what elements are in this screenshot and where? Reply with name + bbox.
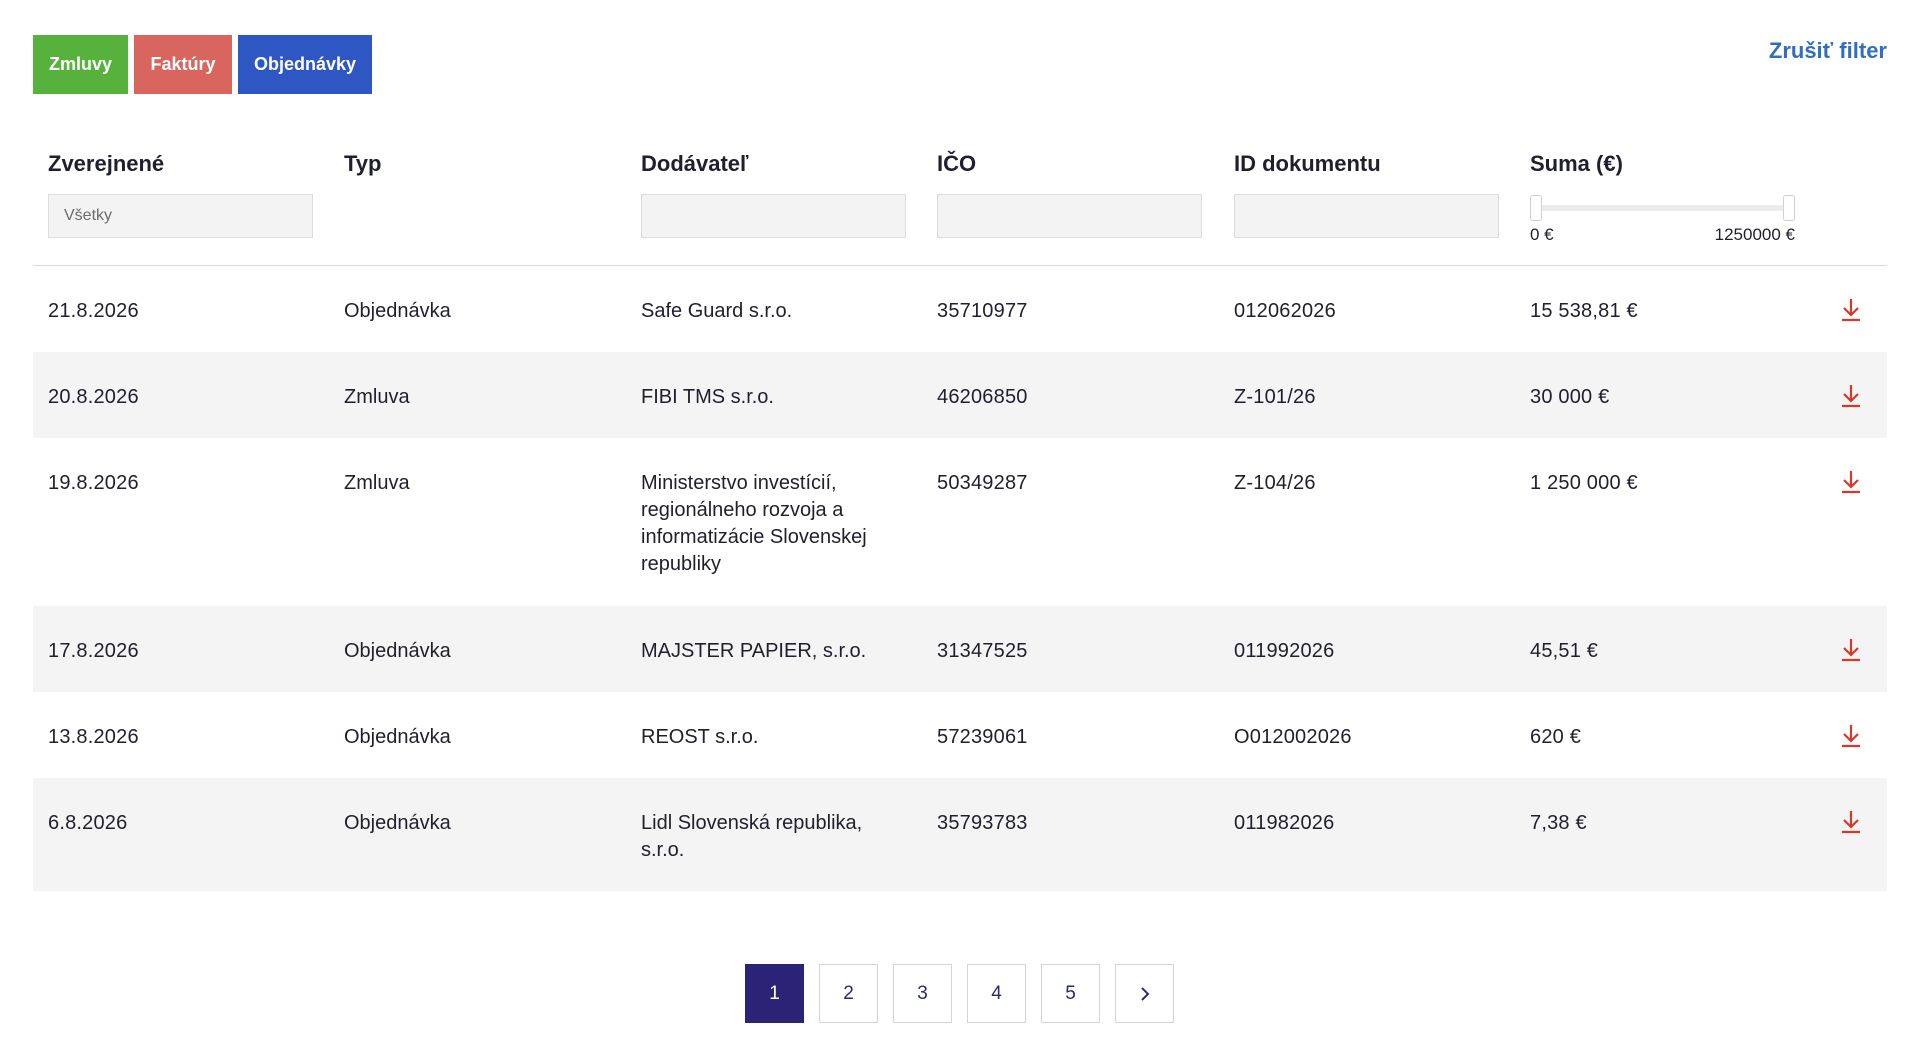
table-row: 13.8.2026 Objednávka REOST s.r.o. 572390…	[33, 692, 1887, 778]
cell-published: 19.8.2026	[48, 472, 139, 494]
header-supplier: Dodávateľ	[641, 151, 749, 176]
ico-filter-input[interactable]	[937, 194, 1202, 238]
cell-ico: 46206850	[937, 386, 1028, 408]
cell-supplier: Lidl Slovenská republika, s.r.o.	[641, 812, 863, 861]
download-icon[interactable]	[1839, 723, 1863, 749]
cell-amount: 30 000 €	[1530, 386, 1610, 408]
cell-ico: 57239061	[937, 726, 1028, 748]
table-row: 19.8.2026 Zmluva Ministerstvo investícií…	[33, 438, 1887, 606]
next-page-button[interactable]	[1115, 964, 1174, 1023]
cell-document-id: 012062026	[1234, 300, 1336, 322]
cell-type: Objednávka	[344, 300, 451, 322]
cell-amount: 1 250 000 €	[1530, 472, 1638, 494]
cell-ico: 35710977	[937, 300, 1028, 322]
cell-document-id: Z-101/26	[1234, 386, 1316, 408]
download-icon[interactable]	[1839, 809, 1863, 835]
cell-type: Objednávka	[344, 640, 451, 662]
cell-supplier: Ministerstvo investícií, regionálneho ro…	[641, 472, 867, 575]
cell-document-id: Z-104/26	[1234, 472, 1316, 494]
download-icon[interactable]	[1839, 637, 1863, 663]
cell-amount: 15 538,81 €	[1530, 300, 1638, 322]
cell-published: 21.8.2026	[48, 300, 139, 322]
cell-amount: 45,51 €	[1530, 640, 1599, 662]
header-type: Typ	[344, 151, 382, 176]
cell-published: 17.8.2026	[48, 640, 139, 662]
cell-ico: 50349287	[937, 472, 1028, 494]
page-1-button[interactable]: 1	[745, 964, 804, 1023]
download-icon[interactable]	[1839, 469, 1863, 495]
page-4-button[interactable]: 4	[967, 964, 1026, 1023]
document-id-filter-input[interactable]	[1234, 194, 1499, 238]
cell-supplier: Safe Guard s.r.o.	[641, 300, 793, 322]
cell-published: 6.8.2026	[48, 812, 128, 834]
table-row: 6.8.2026 Objednávka Lidl Slovenská repub…	[33, 778, 1887, 891]
cell-document-id: 011982026	[1234, 812, 1335, 834]
pagination: 1 2 3 4 5	[745, 964, 1174, 1023]
supplier-filter-input[interactable]	[641, 194, 906, 238]
filter-zmluvy-button[interactable]: Zmluvy	[33, 35, 128, 94]
table-row: 20.8.2026 Zmluva FIBI TMS s.r.o. 4620685…	[33, 352, 1887, 438]
table-row: 21.8.2026 Objednávka Safe Guard s.r.o. 3…	[33, 266, 1887, 352]
document-type-filter: Zmluvy Faktúry Objednávky	[33, 35, 372, 94]
table-header: Zverejnené Typ Dodávateľ IČO ID dokument…	[33, 145, 1887, 266]
cell-ico: 31347525	[937, 640, 1028, 662]
cell-type: Objednávka	[344, 812, 451, 834]
download-icon[interactable]	[1839, 383, 1863, 409]
cell-supplier: REOST s.r.o.	[641, 726, 759, 748]
cell-amount: 7,38 €	[1530, 812, 1587, 834]
amount-range-min-label: 0 €	[1530, 225, 1554, 244]
header-amount: Suma (€)	[1530, 151, 1623, 176]
page-2-button[interactable]: 2	[819, 964, 878, 1023]
cell-amount: 620 €	[1530, 726, 1582, 748]
cell-type: Objednávka	[344, 726, 451, 748]
filter-objednavky-button[interactable]: Objednávky	[238, 35, 372, 94]
header-published: Zverejnené	[48, 151, 165, 176]
amount-range-track[interactable]	[1536, 205, 1789, 211]
clear-filter-link[interactable]: Zrušiť filter	[1769, 38, 1887, 64]
documents-table: Zverejnené Typ Dodávateľ IČO ID dokument…	[33, 145, 1887, 891]
cell-document-id: O012002026	[1234, 726, 1352, 748]
chevron-right-icon	[1140, 986, 1149, 1001]
download-icon[interactable]	[1839, 297, 1863, 323]
header-document-id: ID dokumentu	[1234, 151, 1381, 176]
filter-faktury-button[interactable]: Faktúry	[134, 35, 232, 94]
cell-document-id: 011992026	[1234, 640, 1335, 662]
cell-published: 13.8.2026	[48, 726, 139, 748]
cell-supplier: FIBI TMS s.r.o.	[641, 386, 774, 408]
cell-ico: 35793783	[937, 812, 1028, 834]
header-ico: IČO	[937, 151, 977, 176]
cell-published: 20.8.2026	[48, 386, 139, 408]
table-body: 21.8.2026 Objednávka Safe Guard s.r.o. 3…	[33, 266, 1887, 891]
table-row: 17.8.2026 Objednávka MAJSTER PAPIER, s.r…	[33, 606, 1887, 692]
published-filter-input[interactable]	[48, 194, 313, 238]
page: Zmluvy Faktúry Objednávky Zrušiť filter …	[0, 0, 1920, 1039]
page-3-button[interactable]: 3	[893, 964, 952, 1023]
amount-range-max-label: 1250000 €	[1714, 225, 1795, 244]
cell-type: Zmluva	[344, 386, 410, 408]
amount-range-min-handle[interactable]	[1530, 195, 1542, 221]
page-5-button[interactable]: 5	[1041, 964, 1100, 1023]
cell-supplier: MAJSTER PAPIER, s.r.o.	[641, 640, 867, 662]
cell-type: Zmluva	[344, 472, 410, 494]
amount-range-max-handle[interactable]	[1783, 195, 1795, 221]
